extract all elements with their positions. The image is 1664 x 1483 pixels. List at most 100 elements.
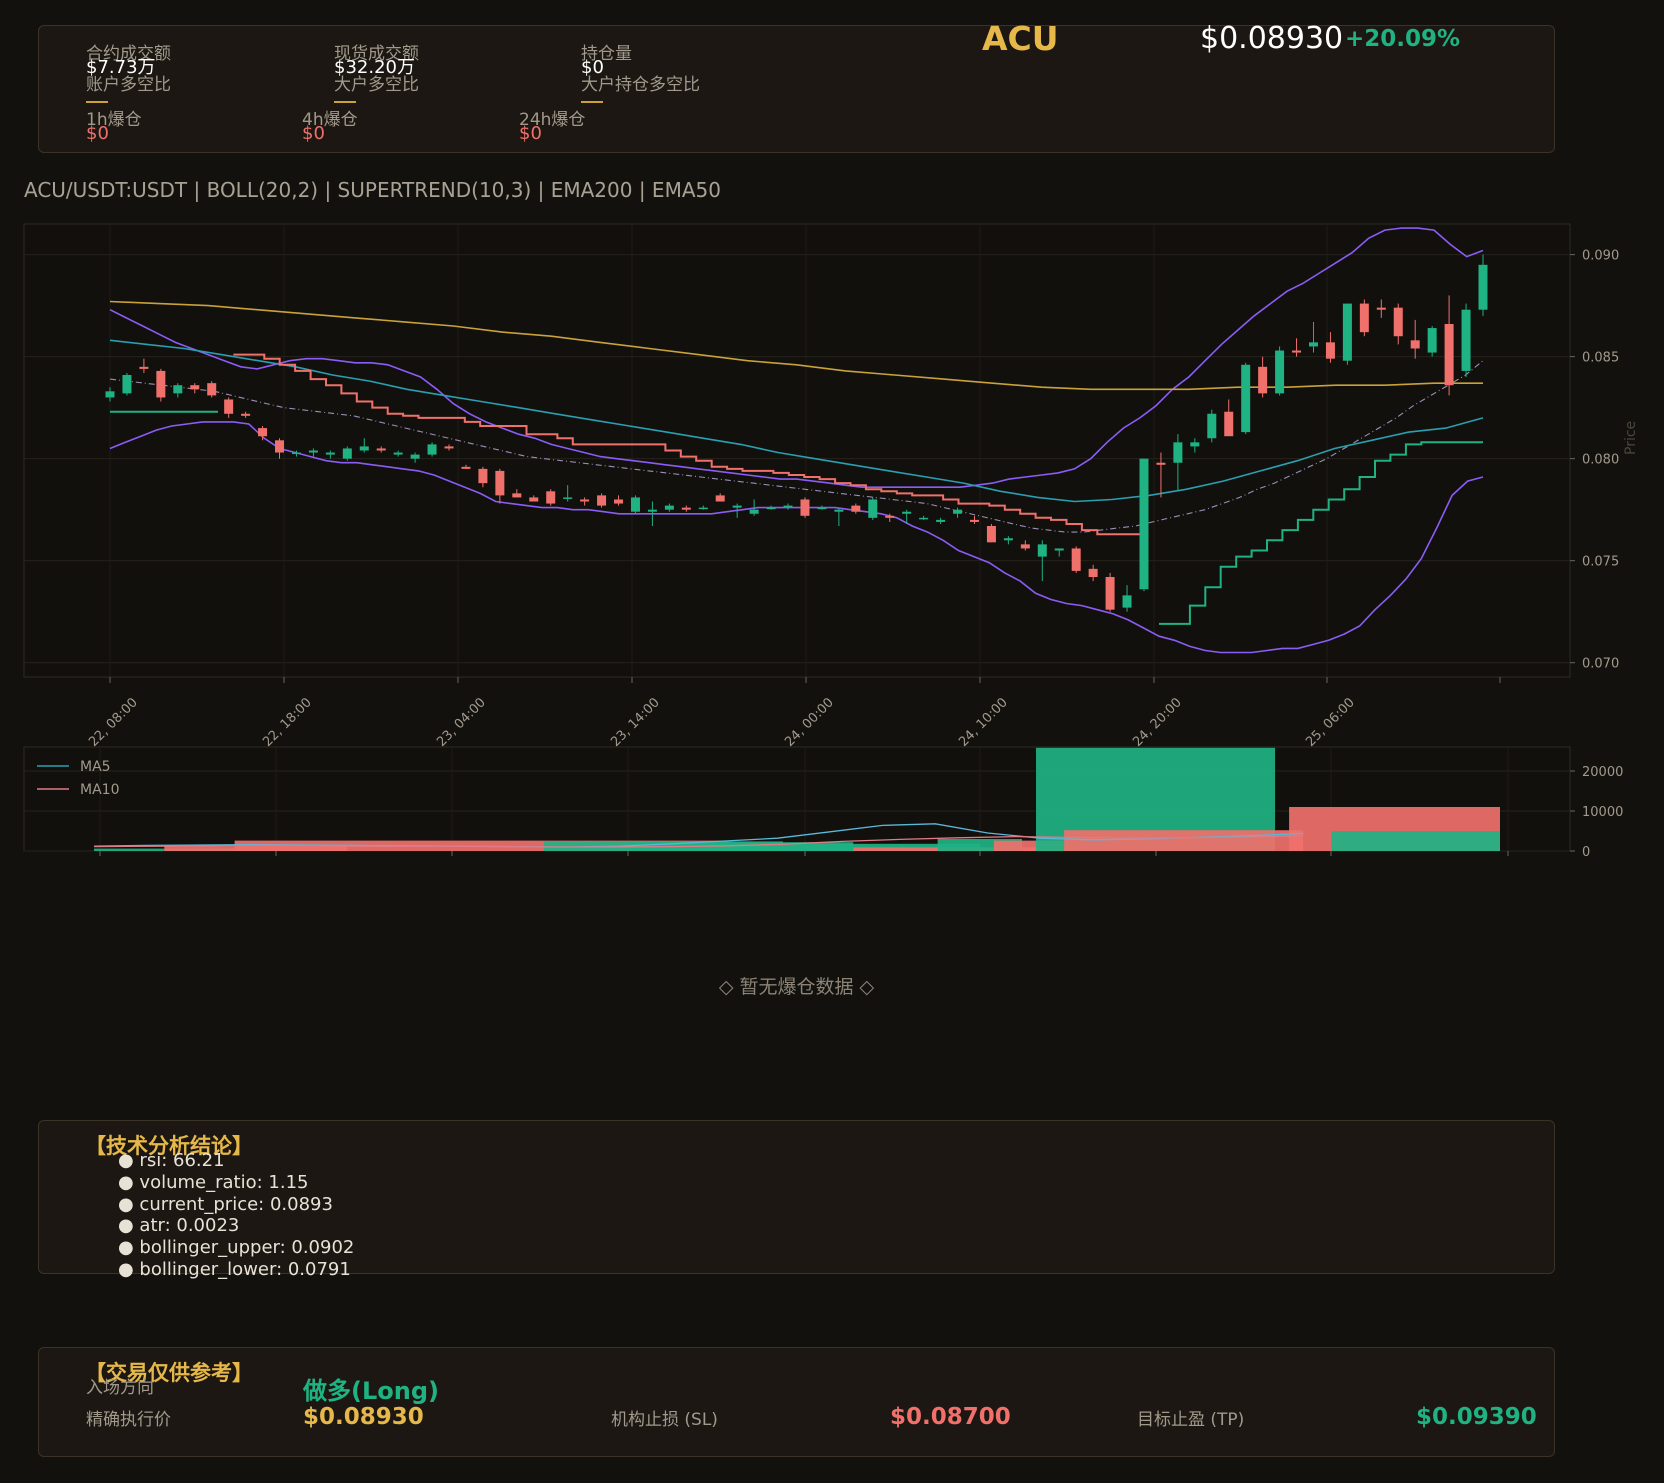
candle-down	[444, 446, 454, 449]
candle-down	[597, 495, 607, 506]
volume-chart[interactable]: 0 10000 20000 MA5 MA10	[0, 745, 1664, 865]
symbol-title: ACU	[982, 19, 1059, 58]
y-tick-label: 0.085	[1582, 351, 1619, 366]
candle-down	[986, 526, 996, 543]
candle-up	[698, 507, 708, 510]
candle-up	[1003, 538, 1013, 541]
candle-down	[715, 495, 725, 502]
liq-24h-value: $0	[519, 123, 542, 144]
entry-value: $0.08930	[303, 1404, 424, 1430]
x-tick-label: un 25, 06:00	[1289, 695, 1358, 750]
volume-y-tick-label: 10000	[1582, 805, 1623, 820]
candle-up	[664, 505, 674, 510]
candle-down	[1105, 577, 1115, 610]
price-chart[interactable]: 0.070 0.075 0.080 0.085 0.090 Price un 22, 08:…	[0, 220, 1664, 750]
top-position-ratio-label: 大户持仓多空比	[581, 75, 700, 95]
candle-up	[1190, 442, 1200, 447]
candle-down	[580, 499, 590, 502]
candle-down	[258, 428, 268, 437]
candle-up	[749, 509, 759, 514]
candle-down	[156, 370, 166, 398]
candle-down	[1444, 323, 1454, 386]
candle-down	[1156, 462, 1166, 465]
candle-down	[681, 507, 691, 510]
candle-down	[800, 499, 810, 516]
analysis-item-bollinger-upper: ● bollinger_upper: 0.0902	[118, 1237, 355, 1259]
candle-up	[936, 519, 946, 522]
top-trader-ratio-label: 大户多空比	[334, 75, 419, 95]
candle-down	[478, 468, 488, 484]
candle-up	[1054, 548, 1064, 551]
candle-up	[105, 391, 115, 398]
y-axis-label: Price	[1623, 421, 1639, 455]
stop-loss-label: 机构止损 (SL)	[611, 1410, 718, 1430]
volume-y-tick-label: 20000	[1582, 765, 1623, 780]
candle-down	[1020, 544, 1030, 549]
candle-up	[410, 454, 420, 459]
candle-down	[207, 383, 217, 396]
y-tick-label: 0.090	[1582, 249, 1619, 264]
direction-value: 做多(Long)	[303, 1377, 439, 1405]
x-tick-label: un 23, 04:00	[420, 695, 489, 750]
candle-down	[1224, 411, 1234, 437]
analysis-item-volume-ratio: ● volume_ratio: 1.15	[118, 1171, 309, 1193]
candle-down	[546, 491, 556, 504]
volume-y-tick-label: 0	[1582, 845, 1590, 860]
analysis-item-rsi: ● rsi: 66.21	[118, 1150, 225, 1171]
candle-down	[1325, 342, 1335, 359]
legend-ma10-label: MA10	[80, 782, 119, 798]
x-tick-label: un 23, 14:00	[594, 695, 663, 750]
candle-up	[1275, 350, 1285, 394]
x-tick-label: un 22, 18:00	[246, 695, 315, 750]
candle-up	[1241, 364, 1251, 433]
candle-up	[919, 517, 929, 520]
candle-down	[1088, 568, 1098, 578]
x-tick-label: un 24, 10:00	[942, 695, 1011, 750]
take-profit-label: 目标止盈 (TP)	[1137, 1410, 1245, 1430]
chart-title: ACU/USDT:USDT | BOLL(20,2) | SUPERTREND(…	[24, 178, 721, 202]
price-plot-area	[23, 223, 1571, 678]
candle-down	[512, 493, 522, 498]
candle-up	[122, 375, 132, 394]
candle-up	[1461, 309, 1471, 371]
candle-up	[1207, 413, 1217, 439]
candle-up	[342, 448, 352, 459]
liq-1h-value: $0	[86, 123, 109, 144]
candle-up	[291, 452, 301, 455]
header-panel: 合约成交额 $7.73万 账户多空比 现货成交额 $32.20万 大户多空比 持…	[38, 19, 1555, 153]
candle-down	[241, 413, 251, 416]
candle-up	[1342, 303, 1352, 361]
stop-loss-value: $0.08700	[890, 1404, 1011, 1430]
liq-4h-value: $0	[302, 123, 325, 144]
volume-bar-up	[1331, 831, 1500, 851]
candle-down	[1410, 340, 1420, 349]
trade-panel: 【交易仅供参考】 入场方向 做多(Long) 精确执行价 $0.08930 机构…	[38, 1347, 1555, 1457]
top-position-ratio-underline	[581, 101, 603, 103]
entry-label: 精确执行价	[86, 1410, 171, 1430]
candle-up	[1037, 544, 1047, 557]
analysis-panel: 【技术分析结论】 ● rsi: 66.21 ● volume_ratio: 1.…	[38, 1120, 1555, 1280]
candle-down	[275, 440, 285, 453]
candle-down	[1258, 366, 1268, 394]
analysis-item-bollinger-lower: ● bollinger_lower: 0.0791	[118, 1258, 351, 1280]
candle-up	[732, 505, 742, 508]
candle-up	[902, 511, 912, 514]
account-ratio-underline	[86, 101, 108, 103]
current-price: $0.08930	[1200, 21, 1344, 56]
candle-down	[1071, 548, 1081, 571]
candle-up	[563, 497, 573, 499]
candle-down	[885, 515, 895, 518]
candle-up	[630, 497, 640, 512]
candle-down	[529, 497, 539, 502]
candle-up	[173, 385, 183, 394]
candle-up	[1139, 458, 1149, 590]
candle-up	[308, 450, 318, 453]
candle-up	[1173, 442, 1183, 463]
candle-up	[393, 452, 403, 455]
candle-up	[834, 509, 844, 512]
take-profit-value: $0.09390	[1416, 1404, 1537, 1430]
candle-up	[359, 446, 369, 451]
y-tick-label: 0.080	[1582, 453, 1619, 468]
x-tick-label: un 24, 20:00	[1116, 695, 1185, 750]
liquidation-empty-text: ◇ 暂无爆仓数据 ◇	[718, 976, 875, 998]
